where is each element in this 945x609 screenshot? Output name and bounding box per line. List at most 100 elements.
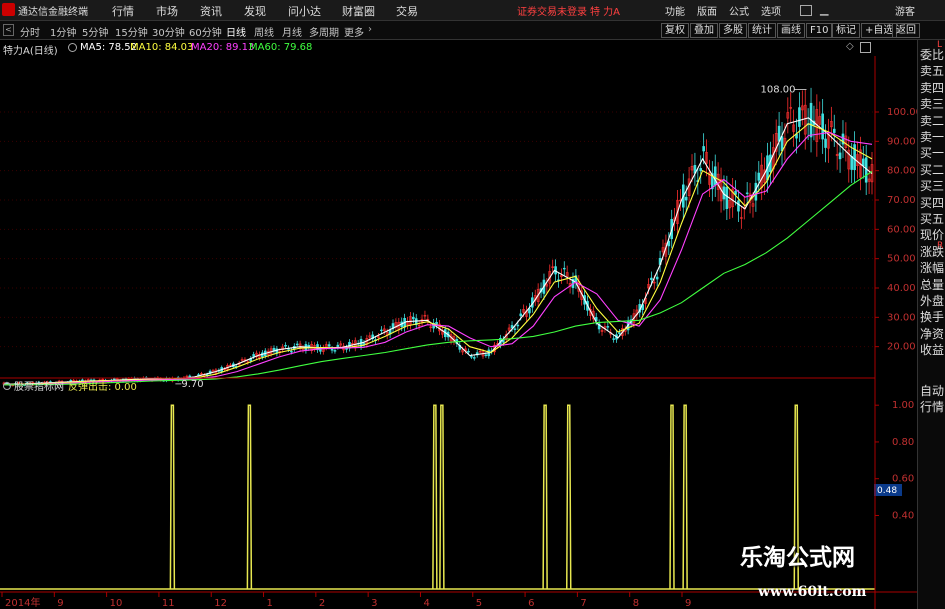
time-tick-label: 8 [633, 598, 639, 609]
side-panel-item-15[interactable]: 外盘 [920, 294, 944, 308]
side-panel-item-12[interactable]: 涨跌 [920, 245, 944, 259]
side-panel-item-4[interactable]: 卖二 [920, 114, 944, 128]
side-panel-item-16[interactable]: 换手 [920, 310, 944, 324]
side-panel-item-11[interactable]: 现价 [920, 228, 944, 242]
menu-item-faxian[interactable]: 发现 [244, 3, 266, 19]
price-tick-label: 50.00 [887, 254, 916, 265]
time-tick-label: 6 [528, 598, 534, 609]
indicator-name: 股票指标网 [14, 380, 64, 393]
ma10-label: MA10: 84.03 [130, 42, 194, 53]
side-panel-item-14[interactable]: 总量 [920, 278, 944, 292]
side-panel-item-5[interactable]: 卖一 [920, 130, 944, 144]
side-panel-item-6[interactable]: 买一 [920, 146, 944, 160]
guest-user[interactable]: 游客 [895, 3, 915, 18]
time-tick-label: 2014年 [5, 596, 40, 609]
settings-circle-icon[interactable] [68, 43, 77, 52]
candle-body [284, 345, 287, 347]
tab-60min[interactable]: 60分钟 [189, 24, 222, 39]
menu-item-zixun[interactable]: 资讯 [200, 3, 222, 19]
tab-more[interactable]: 更多 [344, 24, 364, 39]
side-panel-item-8[interactable]: 买三 [920, 179, 944, 193]
menu-gongneng[interactable]: 功能 [665, 3, 685, 18]
menu-banmian[interactable]: 版面 [697, 3, 717, 18]
time-tick-label: 11 [162, 598, 175, 609]
tab-fenshi[interactable]: 分时 [20, 24, 40, 39]
ma20-label: MA20: 89.13 [191, 42, 255, 53]
tab-weekly[interactable]: 周线 [254, 24, 274, 39]
more-chevron-icon[interactable]: › [368, 24, 372, 35]
candle-body [655, 276, 659, 280]
menu-xuanxiang[interactable]: 选项 [761, 3, 781, 18]
tab-1min[interactable]: 1分钟 [50, 24, 76, 39]
side-panel-item-13[interactable]: 涨幅 [920, 261, 944, 275]
diejia-button[interactable]: 叠加 [690, 23, 718, 38]
app-logo-icon [2, 3, 15, 16]
login-status[interactable]: 证券交易未登录 [517, 3, 587, 18]
candle-body [824, 138, 827, 148]
ind-tick-label: 0.60 [892, 474, 914, 485]
tab-30min[interactable]: 30分钟 [152, 24, 185, 39]
candle-body [612, 338, 615, 340]
back-button[interactable]: 返回 [892, 23, 920, 38]
candle-body [699, 168, 703, 172]
menu-item-jiaoyi[interactable]: 交易 [396, 3, 418, 19]
menu-gongshi[interactable]: 公式 [729, 3, 749, 18]
quote-side-panel: L R 委比 卖五 卖四 卖三 卖二 卖一 买一 买二 买三 买四 买五 现价 涨跌 涨幅 总量 外盘 换手 净资… [917, 40, 945, 609]
auto-quote-button-line1[interactable]: 自动 [920, 384, 944, 398]
side-panel-item-7[interactable]: 买二 [920, 163, 944, 177]
auto-quote-button-line2[interactable]: 行情 [920, 400, 944, 414]
diamond-icon[interactable]: ◇ [846, 41, 854, 52]
period-toolbar: < 分时 1分钟 5分钟 15分钟 30分钟 60分钟 日线 周线 月线 多周期… [0, 21, 945, 40]
candle-body [798, 107, 801, 127]
ma60-label: MA60: 79.68 [249, 42, 313, 53]
candle-body [113, 378, 116, 380]
menu-item-shichang[interactable]: 市场 [156, 3, 178, 19]
tab-daily[interactable]: 日线 [226, 24, 246, 39]
huaxian-button[interactable]: 画线 [777, 23, 805, 38]
fuquan-button[interactable]: 复权 [661, 23, 689, 38]
watermark-title: 乐淘公式网 [740, 544, 855, 571]
candle-body [777, 125, 781, 142]
tab-15min[interactable]: 15分钟 [115, 24, 148, 39]
kline-chart[interactable]: 108.00 9.70 20.00 30.00 40.00 50.00 60.00 70.0… [0, 56, 917, 609]
current-stock: 特 力A [590, 7, 621, 18]
candle-body [618, 332, 621, 334]
candle-body [745, 192, 749, 194]
candle-body [725, 186, 729, 210]
tab-monthly[interactable]: 月线 [282, 24, 302, 39]
duogu-button[interactable]: 多股 [719, 23, 747, 38]
price-tick-label: 30.00 [887, 312, 916, 323]
side-panel-item-18[interactable]: 收益 [920, 343, 944, 357]
side-panel-item-0[interactable]: 委比 [920, 48, 944, 62]
biaoji-button[interactable]: 标记 [832, 23, 860, 38]
menu-item-caifuquan[interactable]: 财富圈 [342, 3, 375, 19]
candle-body [562, 267, 566, 270]
side-panel-item-9[interactable]: 买四 [920, 196, 944, 210]
side-panel-item-17[interactable]: 净资 [920, 327, 944, 341]
maximize-chart-icon[interactable] [860, 42, 871, 53]
collapse-icon[interactable]: < [3, 24, 14, 36]
side-panel-item-3[interactable]: 卖三 [920, 97, 944, 111]
candle-body [684, 196, 688, 201]
candle-body [435, 321, 438, 325]
menu-item-hangqing[interactable]: 行情 [112, 3, 134, 19]
ind-tick-label: 0.40 [892, 510, 914, 521]
time-tick-label: 2 [319, 598, 325, 609]
candle-body [362, 343, 366, 345]
candle-body [330, 348, 334, 351]
side-panel-item-1[interactable]: 卖五 [920, 64, 944, 78]
f10-button[interactable]: F10 [806, 23, 833, 38]
time-tick-label: 1 [267, 598, 273, 609]
window-menu-icon[interactable] [800, 5, 812, 16]
tongji-button[interactable]: 统计 [748, 23, 776, 38]
candle-body [606, 326, 610, 328]
menu-item-wenxiaoda[interactable]: 问小达 [288, 3, 321, 19]
side-panel-item-10[interactable]: 买五 [920, 212, 944, 226]
tab-5min[interactable]: 5分钟 [82, 24, 108, 39]
tab-multi-period[interactable]: 多周期 [309, 24, 339, 39]
minimize-icon[interactable]: ▁ [820, 3, 828, 16]
chart-title: 特力A(日线) [3, 46, 58, 57]
candle-body [467, 350, 470, 353]
price-tick-label: 90.00 [887, 136, 916, 147]
side-panel-item-2[interactable]: 卖四 [920, 81, 944, 95]
